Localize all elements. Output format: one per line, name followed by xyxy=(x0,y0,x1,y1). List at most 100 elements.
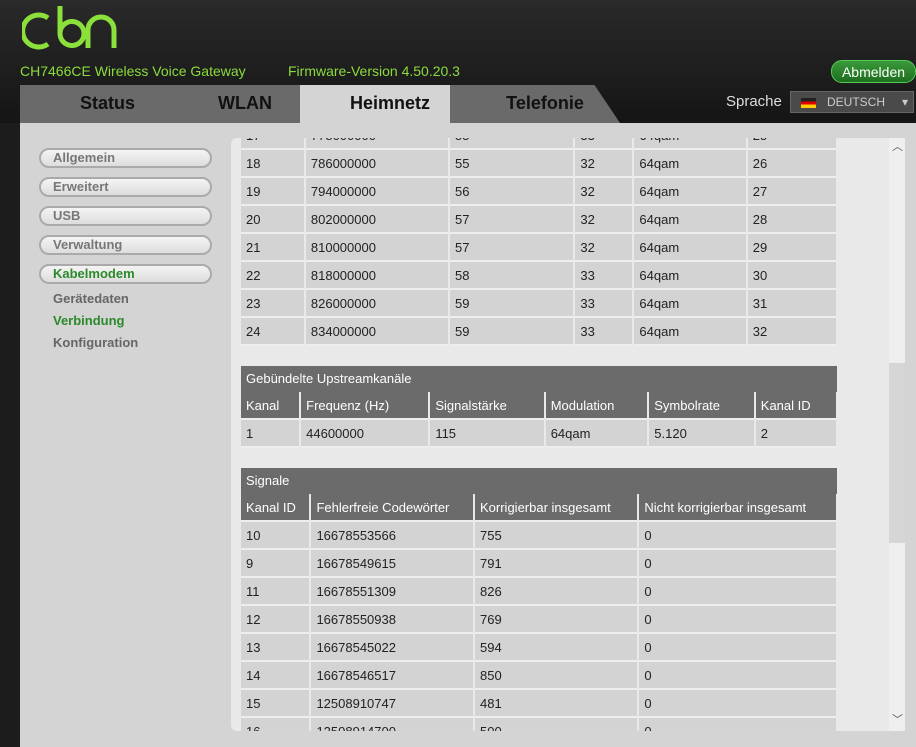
column-header: Nicht korrigierbar insgesamt xyxy=(639,494,836,522)
table-cell: 16678550938 xyxy=(311,606,473,634)
table-cell: 44600000 xyxy=(301,420,429,448)
table-cell: 0 xyxy=(639,718,836,731)
table-cell: 64qam xyxy=(634,206,746,234)
table-cell: 755 xyxy=(475,522,638,550)
signals-table: Kanal ID Fehlerfreie Codewörter Korrigierb… xyxy=(239,494,838,731)
table-cell: 21 xyxy=(241,234,304,262)
sidebar-sub-verbindung[interactable]: Verbindung xyxy=(53,313,125,328)
table-row: 24 834000000 59 33 64qam 32 xyxy=(241,318,836,346)
table-row: 13 16678545022 594 0 xyxy=(241,634,836,662)
table-row: 21 810000000 57 32 64qam 29 xyxy=(241,234,836,262)
table-cell: 33 xyxy=(575,138,633,150)
scroll-up-icon[interactable]: ︿ xyxy=(892,138,903,154)
table-cell: 12508910747 xyxy=(311,690,473,718)
table-cell: 64qam xyxy=(634,262,746,290)
tab-telefonie[interactable]: Telefonie xyxy=(450,85,620,123)
table-cell: 32 xyxy=(575,206,633,234)
table-cell: 5.120 xyxy=(649,420,754,448)
table-cell: 791 xyxy=(475,550,638,578)
sidebar-item-verwaltung[interactable]: Verwaltung xyxy=(39,235,212,255)
scrollbar[interactable]: ︿ ﹀ xyxy=(889,138,905,731)
language-value: DEUTSCH xyxy=(827,95,886,109)
table-row: 1 44600000 115 64qam 5.120 2 xyxy=(241,420,836,448)
table-cell: 769 xyxy=(475,606,638,634)
table-cell: 64qam xyxy=(634,150,746,178)
table-row: 16 12508914700 500 0 xyxy=(241,718,836,731)
sidebar-sub-konfiguration[interactable]: Konfiguration xyxy=(53,335,138,350)
table-cell: 794000000 xyxy=(305,178,449,206)
sidebar-item-erweitert[interactable]: Erweitert xyxy=(39,177,212,197)
logout-button[interactable]: Abmelden xyxy=(831,60,916,83)
table-cell: 594 xyxy=(475,634,638,662)
scrollbar-thumb[interactable] xyxy=(889,363,905,543)
table-cell: 33 xyxy=(575,290,633,318)
table-row: 9 16678549615 791 0 xyxy=(241,550,836,578)
column-header: Kanal xyxy=(241,392,300,420)
column-header: Symbolrate xyxy=(649,392,754,420)
table-cell: 32 xyxy=(575,150,633,178)
table-cell: 30 xyxy=(747,262,836,290)
table-header-row: Kanal ID Fehlerfreie Codewörter Korrigierb… xyxy=(241,494,836,522)
table-row: 11 16678551309 826 0 xyxy=(241,578,836,606)
scroll-down-icon[interactable]: ﹀ xyxy=(892,711,903,727)
table-cell: 0 xyxy=(639,690,836,718)
table-cell: 16678549615 xyxy=(311,550,473,578)
table-cell: 500 xyxy=(475,718,638,731)
cbn-logo xyxy=(22,6,117,50)
table-cell: 64qam xyxy=(634,138,746,150)
table-cell: 778000000 xyxy=(305,138,449,150)
table-cell: 26 xyxy=(747,150,836,178)
table-row: 12 16678550938 769 0 xyxy=(241,606,836,634)
upstream-title: Gebündelte Upstreamkanäle xyxy=(241,366,837,392)
table-cell: 29 xyxy=(747,234,836,262)
table-cell: 0 xyxy=(639,522,836,550)
table-row: 10 16678553566 755 0 xyxy=(241,522,836,550)
table-cell: 16678545022 xyxy=(311,634,473,662)
sidebar-item-allgemein[interactable]: Allgemein xyxy=(39,148,212,168)
scroll-area: 17778000000553364qam2518786000000553264q… xyxy=(231,138,905,731)
header: CH7466CE Wireless Voice Gateway Firmware… xyxy=(0,0,916,123)
table-cell: 12508914700 xyxy=(311,718,473,731)
column-header: Frequenz (Hz) xyxy=(301,392,429,420)
table-cell: 24 xyxy=(241,318,304,346)
table-cell: 0 xyxy=(639,578,836,606)
german-flag-icon xyxy=(801,98,816,108)
table-cell: 16678551309 xyxy=(311,578,473,606)
table-cell: 481 xyxy=(475,690,638,718)
language-select[interactable]: DEUTSCH ▾ xyxy=(790,91,914,113)
firmware-version: Firmware-Version 4.50.20.3 xyxy=(288,63,460,79)
table-cell: 32 xyxy=(747,318,836,346)
table-cell: 19 xyxy=(241,178,304,206)
sidebar-item-usb[interactable]: USB xyxy=(39,206,212,226)
table-cell: 18 xyxy=(241,150,304,178)
language-label: Sprache xyxy=(726,93,782,110)
table-cell: 802000000 xyxy=(305,206,449,234)
table-cell: 32 xyxy=(575,178,633,206)
table-cell: 12 xyxy=(241,606,310,634)
table-cell: 810000000 xyxy=(305,234,449,262)
table-cell: 9 xyxy=(241,550,310,578)
table-cell: 0 xyxy=(639,662,836,690)
table-row: 14 16678546517 850 0 xyxy=(241,662,836,690)
sidebar-sub-geraetedaten[interactable]: Gerätedaten xyxy=(53,291,129,306)
table-row: 17778000000553364qam25 xyxy=(241,138,836,150)
signals-title: Signale xyxy=(241,468,837,494)
table-row: 23 826000000 59 33 64qam 31 xyxy=(241,290,836,318)
column-header: Korrigierbar insgesamt xyxy=(475,494,638,522)
table-cell: 55 xyxy=(450,150,574,178)
sidebar-item-kabelmodem[interactable]: Kabelmodem xyxy=(39,264,212,284)
table-cell: 57 xyxy=(450,234,574,262)
table-cell: 33 xyxy=(575,318,633,346)
table-cell: 64qam xyxy=(634,234,746,262)
table-cell: 115 xyxy=(430,420,544,448)
table-cell: 31 xyxy=(747,290,836,318)
table-cell: 826 xyxy=(475,578,638,606)
table-header-row: Kanal Frequenz (Hz) Signalstärke Modulation… xyxy=(241,392,836,420)
table-cell: 58 xyxy=(450,262,574,290)
table-cell: 0 xyxy=(639,550,836,578)
model-name: CH7466CE Wireless Voice Gateway xyxy=(20,63,246,79)
table-row: 15 12508910747 481 0 xyxy=(241,690,836,718)
table-cell: 1 xyxy=(241,420,300,448)
downstream-table: 17778000000553364qam2518786000000553264q… xyxy=(239,138,838,346)
table-cell: 13 xyxy=(241,634,310,662)
